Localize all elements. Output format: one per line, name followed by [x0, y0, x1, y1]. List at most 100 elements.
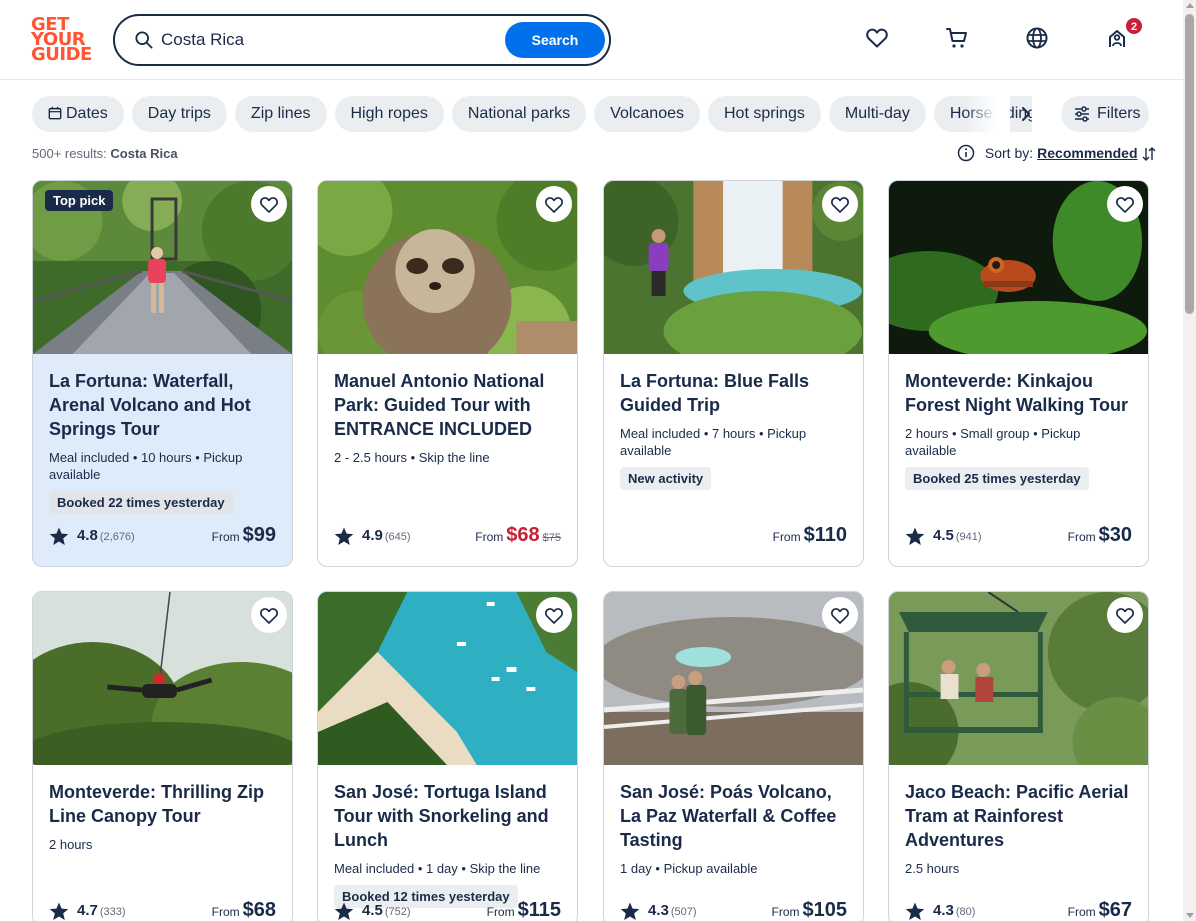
- price-amount: $99: [242, 524, 276, 546]
- sort-value[interactable]: Recommended: [1037, 145, 1137, 161]
- chip-national-parks[interactable]: National parks: [451, 96, 587, 132]
- chip-label: Dates: [66, 105, 108, 122]
- wishlist-button[interactable]: [536, 186, 572, 222]
- chip-zip-lines[interactable]: Zip lines: [234, 96, 327, 132]
- chevron-right-icon[interactable]: [1016, 104, 1036, 124]
- wishlist-button[interactable]: [251, 597, 287, 633]
- card-body: Jaco Beach: Pacific Aerial Tram at Rainf…: [889, 765, 1148, 921]
- price: From $115: [487, 899, 561, 921]
- globe-icon[interactable]: [1025, 26, 1049, 50]
- activity-image[interactable]: [318, 592, 577, 765]
- search-bar: Search: [113, 14, 611, 66]
- cart-icon[interactable]: [945, 26, 969, 50]
- activity-image[interactable]: [889, 592, 1148, 765]
- price-amount: $68: [242, 899, 276, 921]
- activity-title[interactable]: San José: Tortuga Island Tour with Snork…: [334, 780, 561, 852]
- activity-card[interactable]: Top pick La Fortuna: Waterfall, Arenal V…: [32, 180, 293, 567]
- search-input[interactable]: [161, 26, 491, 54]
- sort-control[interactable]: Sort by: Recommended: [957, 144, 1157, 162]
- price-from-label: From: [772, 530, 801, 544]
- wishlist-button[interactable]: [536, 597, 572, 633]
- wishlist-button[interactable]: [251, 186, 287, 222]
- wishlist-button[interactable]: [822, 597, 858, 633]
- card-footer: 4.5 (752) From $115: [334, 899, 561, 921]
- activity-meta: 1 day • Pickup available: [620, 861, 758, 876]
- activity-image[interactable]: Top pick: [33, 181, 292, 354]
- activity-card[interactable]: La Fortuna: Blue Falls Guided Trip Meal …: [603, 180, 864, 567]
- review-count: (645): [384, 531, 411, 543]
- scroll-up-arrow[interactable]: [1186, 3, 1194, 8]
- card-footer: From $110: [620, 524, 847, 550]
- activity-title[interactable]: La Fortuna: Waterfall, Arenal Volcano an…: [49, 369, 276, 441]
- activity-meta: 2 hours: [49, 837, 93, 852]
- activity-image[interactable]: [33, 592, 292, 765]
- price: From $99: [212, 524, 276, 547]
- sort-label: Sort by:: [984, 145, 1034, 161]
- activity-card[interactable]: San José: Tortuga Island Tour with Snork…: [317, 591, 578, 921]
- page-scrollbar[interactable]: [1183, 0, 1196, 921]
- booked-badge: Booked 22 times yesterday: [49, 491, 233, 514]
- price-from-label: From: [475, 530, 504, 544]
- chip-volcanoes[interactable]: Volcanoes: [594, 96, 700, 132]
- card-footer: 4.7 (333) From $68: [49, 899, 276, 921]
- price-from-label: From: [486, 905, 515, 919]
- activity-card[interactable]: Monteverde: Kinkajou Forest Night Walkin…: [888, 180, 1149, 567]
- chip-hot-springs[interactable]: Hot springs: [708, 96, 821, 132]
- rating-value: 4.5: [362, 902, 383, 919]
- chip-day-trips[interactable]: Day trips: [131, 96, 227, 132]
- activity-title[interactable]: San José: Poás Volcano, La Paz Waterfall…: [620, 780, 847, 852]
- activity-image[interactable]: [604, 181, 863, 354]
- activity-title[interactable]: La Fortuna: Blue Falls Guided Trip: [620, 369, 847, 417]
- activity-meta: 2 hours • Small group • Pickup available: [905, 426, 1081, 458]
- chip-dates[interactable]: Dates: [32, 96, 124, 132]
- activity-card[interactable]: Jaco Beach: Pacific Aerial Tram at Rainf…: [888, 591, 1149, 921]
- rating-value: 4.7: [77, 902, 98, 919]
- activity-image[interactable]: [318, 181, 577, 354]
- wishlist-button[interactable]: [1107, 186, 1143, 222]
- activity-card[interactable]: Manuel Antonio National Park: Guided Tou…: [317, 180, 578, 567]
- heart-icon: [1116, 608, 1134, 624]
- activity-image[interactable]: [604, 592, 863, 765]
- card-footer: 4.8 (2,676) From $99: [49, 524, 276, 550]
- activity-title[interactable]: Monteverde: Thrilling Zip Line Canopy To…: [49, 780, 276, 828]
- price: From $30: [1068, 524, 1132, 547]
- activity-title[interactable]: Manuel Antonio National Park: Guided Tou…: [334, 369, 561, 441]
- star-icon: [334, 527, 354, 545]
- activity-card[interactable]: Monteverde: Thrilling Zip Line Canopy To…: [32, 591, 293, 921]
- scroll-down-arrow[interactable]: [1186, 913, 1194, 918]
- wishlist-button[interactable]: [822, 186, 858, 222]
- chip-multi-day[interactable]: Multi-day: [828, 96, 926, 132]
- price-from-label: From: [771, 905, 800, 919]
- logo-line: GUIDE: [31, 44, 92, 65]
- activity-meta: 2 - 2.5 hours • Skip the line: [334, 450, 490, 465]
- price-amount: $115: [517, 899, 561, 921]
- activity-card[interactable]: San José: Poás Volcano, La Paz Waterfall…: [603, 591, 864, 921]
- filters-button[interactable]: Filters: [1061, 96, 1149, 132]
- results-summary: 500+ results: Costa Rica: [32, 146, 178, 161]
- price-amount: $67: [1098, 899, 1132, 921]
- chip-high-ropes[interactable]: High ropes: [334, 96, 444, 132]
- activity-title[interactable]: Monteverde: Kinkajou Forest Night Walkin…: [905, 369, 1132, 417]
- review-count: (752): [384, 906, 411, 918]
- review-count: (333): [99, 906, 126, 918]
- rating: 4.5 (752): [362, 902, 411, 919]
- wishlist-button[interactable]: [1107, 597, 1143, 633]
- star-icon: [905, 902, 925, 920]
- card-body: La Fortuna: Waterfall, Arenal Volcano an…: [33, 354, 292, 566]
- search-button[interactable]: Search: [505, 22, 605, 58]
- category-chips: Dates Day trips Zip lines High ropes Nationa…: [32, 96, 1032, 132]
- activity-image[interactable]: [889, 181, 1148, 354]
- new-activity-badge: New activity: [620, 467, 712, 490]
- search-icon: [135, 31, 153, 49]
- rating-value: 4.3: [933, 902, 954, 919]
- price: From $68 $75: [475, 524, 561, 547]
- scroll-thumb[interactable]: [1185, 14, 1194, 314]
- rating: 4.7 (333): [77, 902, 126, 919]
- rating: 4.9 (645): [362, 527, 411, 544]
- getyourguide-logo[interactable]: GET YOUR GUIDE: [31, 16, 92, 65]
- wishlist-heart-icon[interactable]: [865, 26, 889, 50]
- heart-icon: [545, 608, 563, 624]
- info-icon[interactable]: [957, 144, 975, 162]
- review-count: (80): [955, 906, 976, 918]
- activity-title[interactable]: Jaco Beach: Pacific Aerial Tram at Rainf…: [905, 780, 1132, 852]
